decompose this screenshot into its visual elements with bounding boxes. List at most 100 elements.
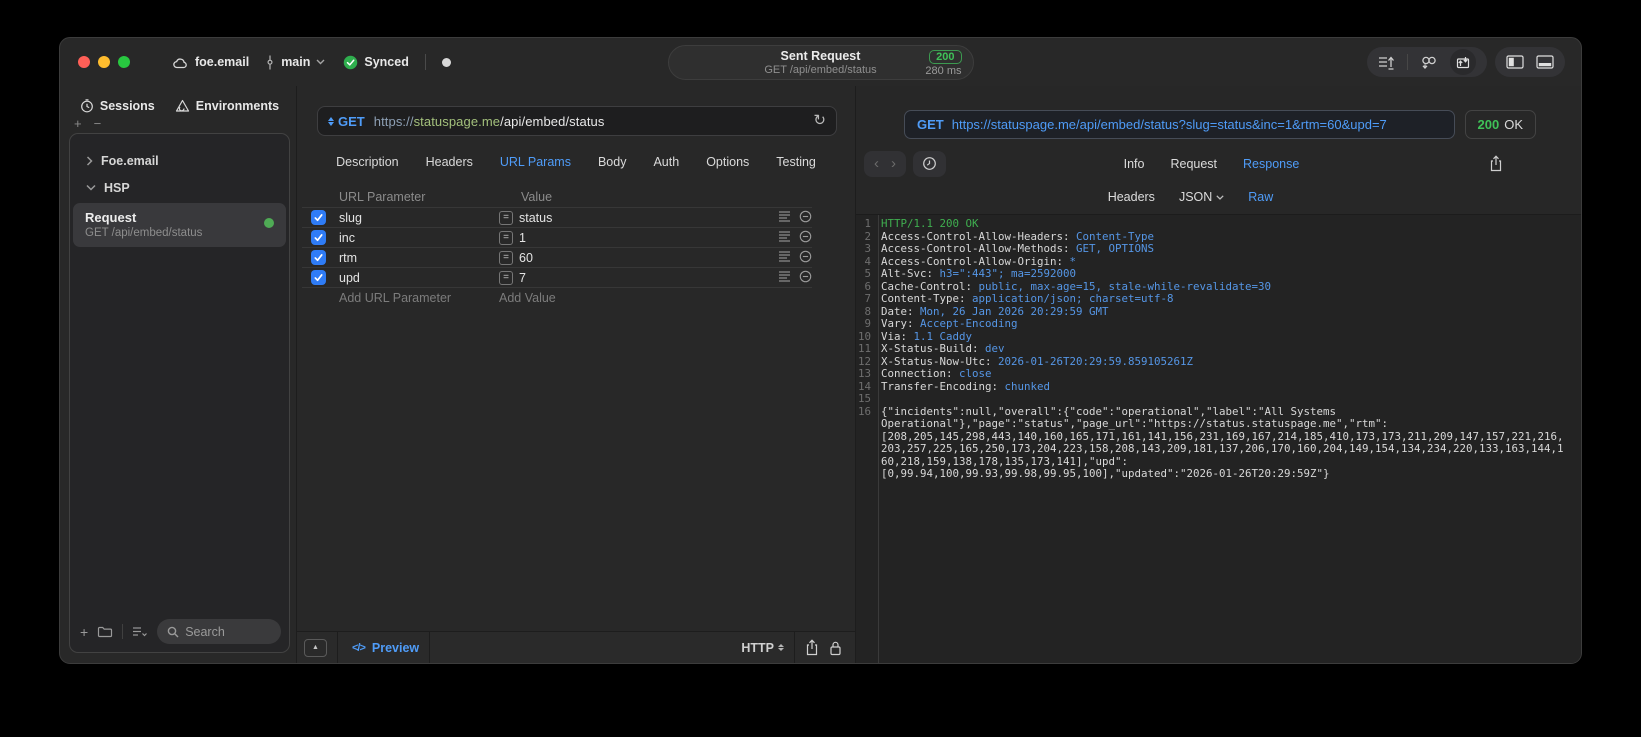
sent-request-pill[interactable]: Sent Request GET /api/embed/status 200 2…: [667, 45, 974, 80]
branch-selector[interactable]: main: [265, 55, 325, 70]
sidebar-item-request-selected[interactable]: Request GET /api/embed/status: [73, 203, 286, 247]
remove-session-button[interactable]: −: [94, 117, 102, 131]
remove-param-icon[interactable]: [799, 230, 812, 246]
equals-icon: =: [499, 210, 513, 225]
line-text: Via: 1.1 Caddy: [881, 330, 973, 343]
remove-param-icon[interactable]: [799, 270, 812, 286]
subtab-headers[interactable]: Headers: [1108, 190, 1155, 204]
response-url-bar[interactable]: GET https://statuspage.me/api/embed/stat…: [904, 110, 1455, 139]
tab-testing[interactable]: Testing: [776, 155, 816, 169]
project-name: foe.email: [195, 55, 250, 69]
chevron-down-icon: [86, 184, 96, 191]
collapse-panel-button[interactable]: ▲: [304, 638, 327, 657]
preview-button[interactable]: </> Preview: [352, 641, 419, 655]
subtab-raw[interactable]: Raw: [1248, 190, 1273, 204]
line-text: Content-Type: application/json; charset=…: [881, 293, 1174, 305]
title-bar: foe.email main Synced Sent Request GET /…: [60, 38, 1581, 86]
history-back-button[interactable]: ‹: [874, 155, 879, 172]
refresh-icon[interactable]: ↻: [813, 113, 826, 128]
param-name-field[interactable]: inc: [339, 231, 499, 245]
line-number: 1: [864, 217, 871, 230]
tab-url-params[interactable]: URL Params: [500, 155, 571, 169]
duration-label: 280 ms: [925, 65, 962, 77]
line-number: [856, 418, 873, 431]
tab-body[interactable]: Body: [598, 155, 627, 169]
remove-param-icon[interactable]: [799, 210, 812, 226]
response-line: 14 Transfer-Encoding: chunked: [856, 380, 1581, 394]
request-queue-icon[interactable]: [1378, 55, 1395, 70]
minimize-window-button[interactable]: [98, 56, 110, 68]
tab-description[interactable]: Description: [336, 155, 399, 169]
bottom-panel-toggle-icon[interactable]: [1536, 55, 1554, 69]
tab-info[interactable]: Info: [1124, 157, 1145, 171]
param-name-field[interactable]: rtm: [339, 251, 499, 265]
status-badge: 200: [929, 50, 962, 64]
tab-sessions[interactable]: Sessions: [80, 99, 155, 113]
history-button[interactable]: [913, 150, 946, 177]
add-param-row[interactable]: Add URL Parameter Add Value: [302, 287, 812, 307]
close-window-button[interactable]: [78, 56, 90, 68]
param-name-field[interactable]: upd: [339, 271, 499, 285]
tab-request[interactable]: Request: [1170, 157, 1217, 171]
add-param-name-placeholder[interactable]: Add URL Parameter: [339, 291, 499, 305]
line-text: 60,218,159,138,178,135,173,141],"upd":: [881, 455, 1129, 468]
response-line: Operational"},"page":"status","page_url"…: [856, 418, 1581, 431]
param-name-field[interactable]: slug: [339, 211, 499, 225]
params-rows: slug = status inc = 1 rtm = 60 upd = 7: [302, 207, 812, 287]
response-status-text: OK: [1504, 117, 1523, 132]
sessions-clock-icon: [80, 99, 93, 113]
param-value-field[interactable]: 1: [519, 231, 526, 245]
tree-item-foe-email[interactable]: Foe.email: [80, 147, 281, 174]
group-sort-icon[interactable]: [132, 626, 148, 638]
zoom-window-button[interactable]: [118, 56, 130, 68]
line-text: Connection: close: [881, 368, 992, 380]
param-value-field[interactable]: status: [519, 211, 552, 225]
request-item-title: Request: [85, 210, 137, 225]
line-number: [856, 468, 873, 481]
new-folder-icon[interactable]: [97, 625, 113, 638]
tab-headers[interactable]: Headers: [426, 155, 473, 169]
left-panel-toggle-icon[interactable]: [1506, 55, 1524, 69]
param-checkbox-checked[interactable]: [311, 250, 326, 265]
param-checkbox-checked[interactable]: [311, 270, 326, 285]
project-menu[interactable]: foe.email: [172, 55, 249, 69]
line-text: Access-Control-Allow-Methods: GET, OPTIO…: [881, 243, 1155, 255]
param-checkbox-checked[interactable]: [311, 230, 326, 245]
subtab-json[interactable]: JSON: [1179, 190, 1224, 204]
sync-status[interactable]: Synced: [343, 55, 409, 70]
lock-icon[interactable]: [829, 640, 842, 656]
request-url-bar[interactable]: GET https://statuspage.me/api/embed/stat…: [317, 106, 837, 136]
param-value-field[interactable]: 60: [519, 251, 533, 265]
request-pane-footer: ▲ </> Preview HTTP: [297, 631, 855, 663]
param-options-icon[interactable]: [778, 270, 791, 285]
add-request-button[interactable]: +: [80, 624, 88, 640]
param-value-field[interactable]: 7: [519, 271, 526, 285]
sync-loop-icon[interactable]: [1420, 54, 1438, 70]
request-tabs: Description Headers URL Params Body Auth…: [297, 151, 855, 173]
share-icon[interactable]: [805, 639, 819, 656]
method-selector[interactable]: GET: [328, 114, 365, 129]
tab-environments[interactable]: Environments: [175, 99, 279, 113]
param-checkbox-checked[interactable]: [311, 210, 326, 225]
response-body[interactable]: 1 HTTP/1.1 200 OK 2 Access-Control-Allow-He…: [856, 214, 1581, 663]
param-options-icon[interactable]: [778, 230, 791, 245]
add-param-value-placeholder[interactable]: Add Value: [499, 291, 762, 305]
send-receive-toggle[interactable]: [1450, 49, 1476, 75]
protocol-selector[interactable]: HTTP: [741, 641, 784, 655]
tree-item-hsp[interactable]: HSP: [80, 174, 281, 201]
response-line: 1 HTTP/1.1 200 OK: [856, 217, 1581, 231]
tab-response[interactable]: Response: [1243, 157, 1299, 171]
sidebar-search-input[interactable]: Search: [157, 619, 281, 644]
divider: [429, 632, 431, 663]
sync-status-label: Synced: [364, 55, 409, 69]
line-text: [208,205,145,298,443,140,160,165,171,161…: [881, 430, 1564, 443]
param-options-icon[interactable]: [778, 210, 791, 225]
response-pane: GET https://statuspage.me/api/embed/stat…: [856, 86, 1581, 663]
history-forward-button[interactable]: ›: [891, 155, 896, 172]
tab-auth[interactable]: Auth: [653, 155, 679, 169]
param-options-icon[interactable]: [778, 250, 791, 265]
remove-param-icon[interactable]: [799, 250, 812, 266]
export-response-icon[interactable]: [1489, 155, 1503, 172]
tab-options[interactable]: Options: [706, 155, 749, 169]
add-session-button[interactable]: +: [74, 117, 82, 131]
